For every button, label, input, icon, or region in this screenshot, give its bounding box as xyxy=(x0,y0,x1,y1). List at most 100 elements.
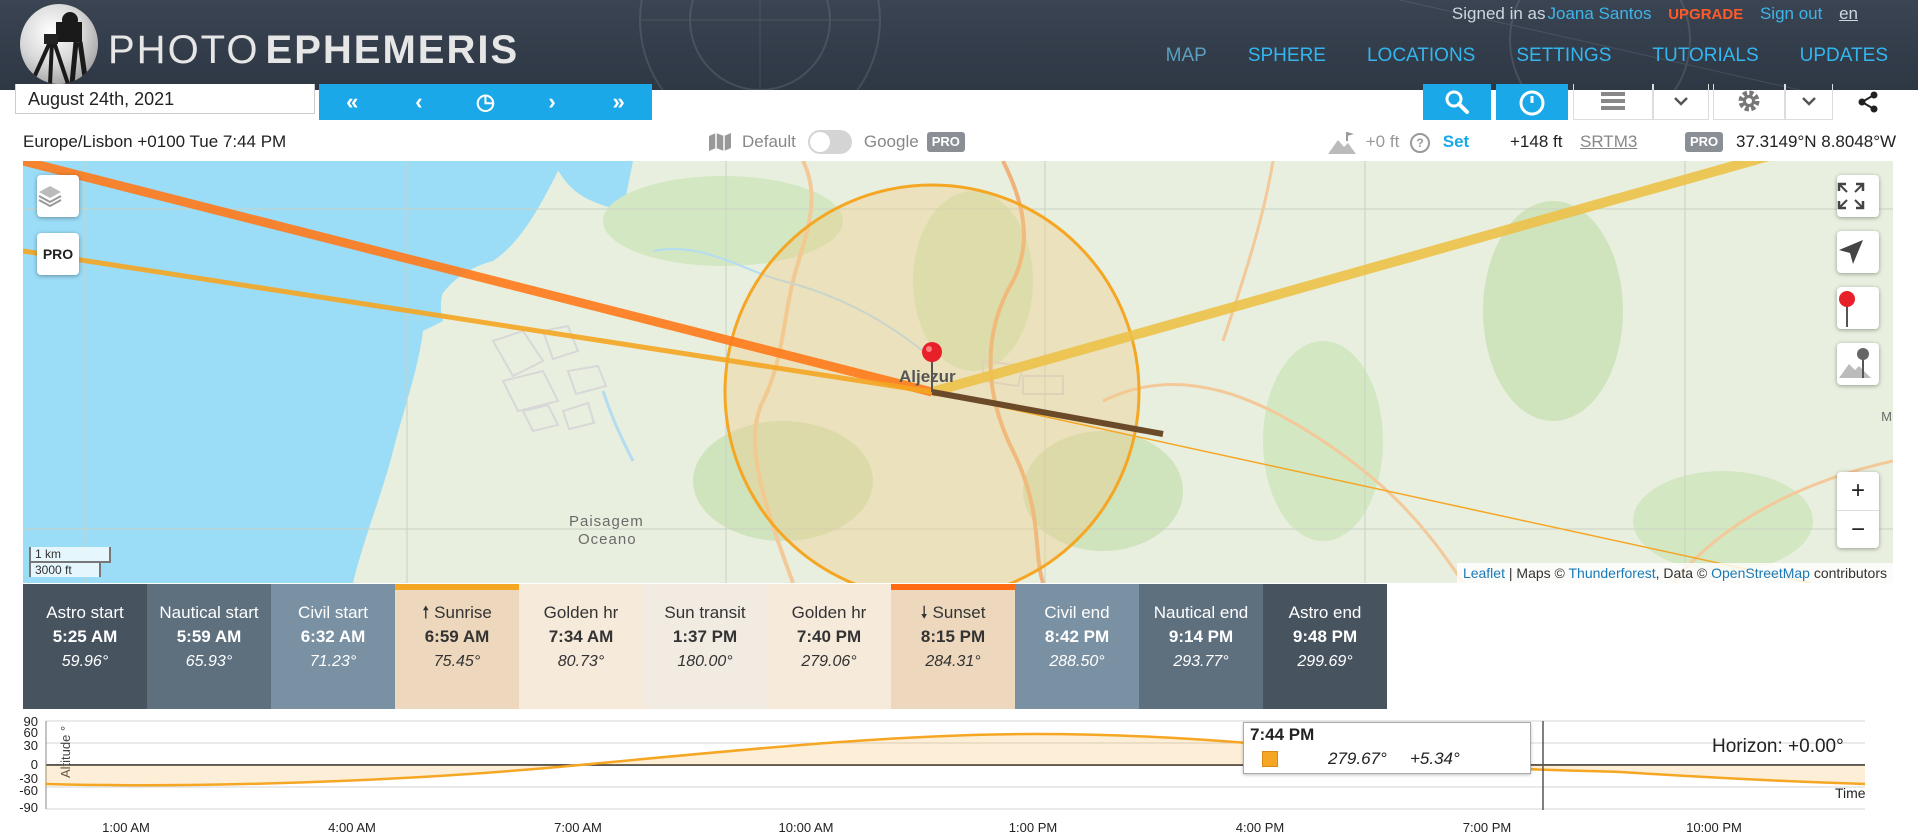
altitude-chart[interactable]: 90 60 30 0 -30 -60 -90 Altitude ° 1:00 A… xyxy=(0,712,1918,839)
event-azimuth: 299.69° xyxy=(1297,653,1353,670)
xtick-10pm: 10:00 PM xyxy=(1686,820,1742,835)
event-time: 9:48 PM xyxy=(1292,627,1358,646)
map-view[interactable]: Aljezur Paisagem Oceano M PRO + − 1 km 3… xyxy=(23,161,1893,583)
user-links: Signed in as Joana Santos UPGRADE Sign ou… xyxy=(1440,4,1858,24)
map-edge-label: M xyxy=(1881,409,1893,424)
sun-events-strip: Astro start 5:25 AM 59.96° Nautical star… xyxy=(23,584,1387,709)
secondary-pin-button[interactable] xyxy=(1837,343,1879,385)
event-time: 6:59 AM xyxy=(424,627,490,646)
map-layers-control[interactable] xyxy=(37,175,79,217)
layers-dropdown[interactable] xyxy=(1653,84,1709,120)
language-link[interactable]: en xyxy=(1839,4,1858,23)
event-astro-start[interactable]: Astro start 5:25 AM 59.96° xyxy=(23,584,147,709)
elevation-control: +0 ft ? Set xyxy=(1327,126,1469,158)
zoom-in-button[interactable]: + xyxy=(1837,472,1879,511)
event-time: 5:25 AM xyxy=(52,627,118,646)
event-nautical-end[interactable]: Nautical end 9:14 PM 293.77° xyxy=(1139,584,1263,709)
map-attribution: Leaflet | Maps © Thunderforest, Data © O… xyxy=(1456,563,1893,583)
back-button[interactable]: ‹ xyxy=(386,84,453,120)
event-azimuth: 279.06° xyxy=(801,653,857,670)
event-azimuth: 65.93° xyxy=(185,653,233,670)
event-golden-hour-evening[interactable]: Golden hr 7:40 PM 279.06° xyxy=(767,584,891,709)
brand-title[interactable]: PHOTO EPHEMERIS xyxy=(108,28,519,73)
layers-menu-button[interactable] xyxy=(1573,84,1653,120)
elevation-offset[interactable]: +0 ft xyxy=(1366,132,1400,151)
event-nautical-start[interactable]: Nautical start 5:59 AM 65.93° xyxy=(147,584,271,709)
pro-badge-coords: PRO xyxy=(1685,132,1724,152)
search-icon xyxy=(1445,90,1469,114)
event-sunrise[interactable]: 🠕 Sunrise 6:59 AM 75.45° xyxy=(395,584,519,709)
nav-settings[interactable]: SETTINGS xyxy=(1516,45,1611,67)
locate-me-button[interactable] xyxy=(1837,231,1879,273)
osm-link[interactable]: OpenStreetMap xyxy=(1711,565,1810,581)
primary-pin-button[interactable] xyxy=(1837,287,1879,329)
ytick-m90: -90 xyxy=(19,800,38,815)
date-input[interactable]: August 24th, 2021 xyxy=(15,84,315,114)
event-civil-start[interactable]: Civil start 6:32 AM 71.23° xyxy=(271,584,395,709)
app-header: PHOTO EPHEMERIS Signed in as Joana Santos … xyxy=(0,0,1918,90)
nav-locations[interactable]: LOCATIONS xyxy=(1367,45,1475,67)
event-label: Astro start xyxy=(46,603,124,622)
event-label: Golden hr xyxy=(791,603,867,622)
xtick-1am: 1:00 AM xyxy=(102,820,150,835)
map-default-label: Default xyxy=(742,132,796,151)
signed-in-prefix: Signed in as xyxy=(1451,4,1546,23)
thunderforest-link[interactable]: Thunderforest xyxy=(1568,565,1655,581)
dem-source-link[interactable]: SRTM3 xyxy=(1580,126,1637,158)
event-time: 1:37 PM xyxy=(672,627,738,646)
fullscreen-button[interactable] xyxy=(1837,175,1879,217)
gear-icon xyxy=(1738,90,1760,112)
upgrade-link[interactable]: UPGRADE xyxy=(1668,6,1743,23)
layers-stack-icon xyxy=(38,186,62,208)
event-azimuth: 75.45° xyxy=(433,653,481,670)
search-button[interactable] xyxy=(1423,84,1491,120)
map-place-label-1: Paisagem xyxy=(569,513,644,530)
help-icon[interactable]: ? xyxy=(1410,132,1431,153)
main-nav: MAP SPHERE LOCATIONS SETTINGS TUTORIALS … xyxy=(1125,45,1888,67)
time-navigation: « ‹ ◷ › » xyxy=(319,84,652,120)
coordinates[interactable]: 37.3149°N 8.8048°W xyxy=(1736,126,1896,158)
sign-out-link[interactable]: Sign out xyxy=(1760,4,1822,23)
event-time: 8:42 PM xyxy=(1044,627,1110,646)
map-google-label: Google xyxy=(863,132,919,151)
set-elevation-button[interactable]: Set xyxy=(1443,132,1469,151)
layers-icon xyxy=(1601,92,1625,110)
photographer-logo-icon[interactable] xyxy=(20,4,98,84)
zoom-out-button[interactable]: − xyxy=(1837,511,1879,549)
attribution-maps: | Maps © xyxy=(1504,565,1569,581)
leaflet-link[interactable]: Leaflet xyxy=(1463,565,1505,581)
nav-sphere[interactable]: SPHERE xyxy=(1248,45,1326,67)
red-pin-icon xyxy=(1839,291,1855,327)
xtick-10am: 10:00 AM xyxy=(779,820,834,835)
back-fast-button[interactable]: « xyxy=(319,84,386,120)
forward-button[interactable]: › xyxy=(519,84,586,120)
zoom-control: + − xyxy=(1837,472,1879,548)
event-civil-end[interactable]: Civil end 8:42 PM 288.50° xyxy=(1015,584,1139,709)
nav-tutorials[interactable]: TUTORIALS xyxy=(1652,45,1758,67)
settings-gear-button[interactable] xyxy=(1713,84,1785,120)
map-type-toggle[interactable] xyxy=(807,130,852,154)
time-axis-label: Time xyxy=(1835,785,1866,801)
event-label: 🠕 Sunrise xyxy=(422,603,492,622)
xtick-4am: 4:00 AM xyxy=(328,820,376,835)
event-sun-transit[interactable]: Sun transit 1:37 PM 180.00° xyxy=(643,584,767,709)
nav-updates[interactable]: UPDATES xyxy=(1800,45,1888,67)
town-label: Aljezur xyxy=(899,367,956,386)
event-sunset[interactable]: 🠗 Sunset 8:15 PM 284.31° xyxy=(891,584,1015,709)
pro-map-button[interactable]: PRO xyxy=(37,233,79,275)
share-button[interactable] xyxy=(1848,84,1888,120)
event-label: Civil start xyxy=(298,603,368,622)
event-label: Nautical start xyxy=(159,603,259,622)
now-clock-button[interactable]: ◷ xyxy=(452,84,519,120)
settings-dropdown[interactable] xyxy=(1785,84,1833,120)
event-astro-end[interactable]: Astro end 9:48 PM 299.69° xyxy=(1263,584,1387,709)
attribution-tail: contributors xyxy=(1809,565,1887,581)
nav-map[interactable]: MAP xyxy=(1166,45,1207,67)
time-button[interactable] xyxy=(1496,84,1568,120)
user-name-link[interactable]: Joana Santos xyxy=(1548,4,1652,23)
chevron-down-icon xyxy=(1674,97,1688,106)
event-time: 8:15 PM xyxy=(920,627,986,646)
sun-swatch-icon xyxy=(1262,751,1278,767)
event-golden-hour-morning[interactable]: Golden hr 7:34 AM 80.73° xyxy=(519,584,643,709)
forward-fast-button[interactable]: » xyxy=(585,84,652,120)
